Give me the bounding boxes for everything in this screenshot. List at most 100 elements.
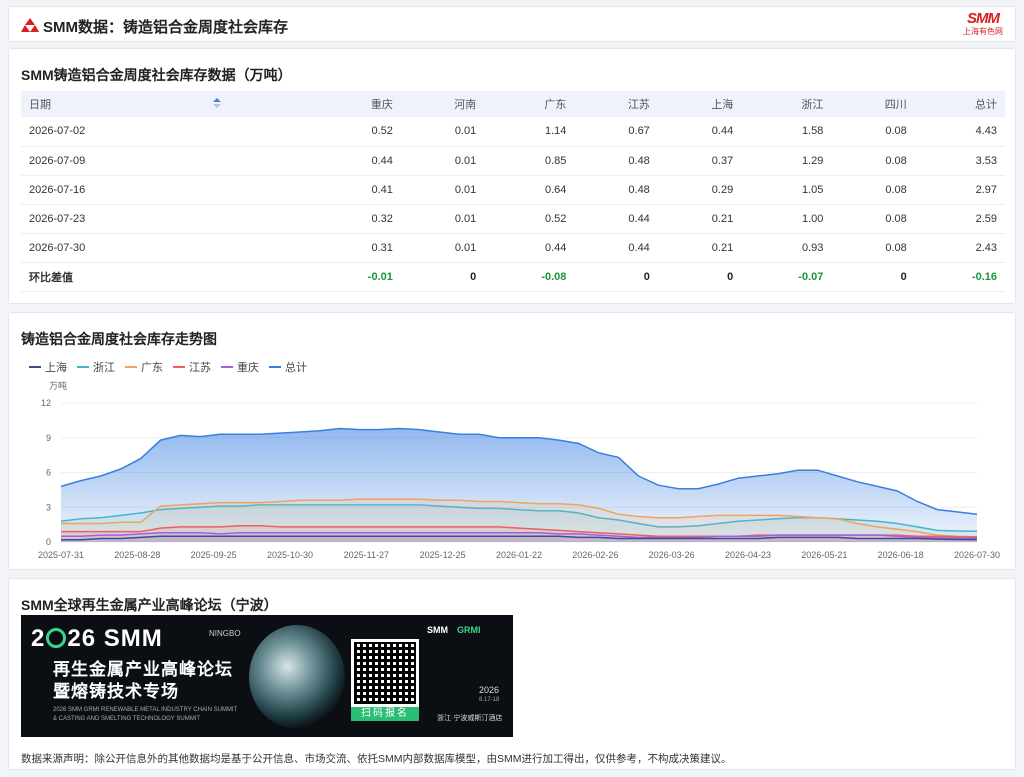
smm-brand-logo[interactable]: SMM 上海有色网 [961, 11, 1005, 41]
value-cell: 0.32 [371, 212, 393, 225]
diff-cell: 0 [900, 270, 907, 283]
value-cell: 0.01 [454, 212, 477, 225]
value-cell: 0.48 [628, 183, 650, 196]
value-cell: 0.44 [628, 212, 650, 225]
diff-cell: -0.07 [798, 270, 824, 283]
banner-subtitle: 暨熔铸技术专场 [53, 682, 179, 701]
banner-grmi-logo: GRMI [457, 625, 481, 635]
legend-swatch [125, 366, 137, 368]
brand-name: SMM [967, 10, 1000, 27]
data-source-disclaimer: 数据来源声明：除公开信息外的其他数据均是基于公开信息、市场交流、依托SMM内部数… [21, 753, 732, 765]
inventory-table-card: SMM铸造铝合金周度社会库存数据（万吨） 日期 重庆 河南 广东 江苏 上海 浙… [8, 48, 1016, 304]
x-tick-label: 2025-11-27 [344, 550, 389, 560]
value-cell: 0.37 [711, 154, 734, 167]
value-cell: 0.52 [545, 212, 567, 225]
column-header-date[interactable]: 日期 [21, 91, 311, 117]
value-cell: 0.64 [545, 183, 567, 196]
value-cell: 1.00 [801, 212, 824, 225]
table-row: 2026-07-23 0.32 0.01 0.52 0.44 0.21 1.00 0.08 2.… [21, 204, 1005, 233]
table-row: 2026-07-02 0.52 0.01 1.14 0.67 0.44 1.58 0.08 4.… [21, 117, 1005, 146]
banner-english-subtitle: & CASTING AND SMELTING TECHNOLOGY SUMMIT [53, 716, 201, 722]
banner-venue: 浙江·宁波威斯汀酒店 [437, 715, 503, 722]
table-row: 2026-07-09 0.44 0.01 0.85 0.48 0.37 1.29 0.08 3.… [21, 146, 1005, 175]
ring-icon [46, 628, 67, 648]
legend-swatch [77, 366, 89, 368]
diff-row: 环比差值 -0.01 0 -0.08 0 0 -0.07 0 -0.16 [21, 262, 1005, 291]
y-axis-unit: 万吨 [49, 380, 67, 391]
diff-label: 环比差值 [29, 271, 73, 284]
value-cell: 0.08 [885, 183, 907, 196]
x-tick-label: 2025-08-28 [114, 550, 160, 560]
y-tick-label: 6 [46, 468, 51, 478]
value-cell: 0.01 [454, 183, 477, 196]
value-cell: 0.85 [545, 154, 567, 167]
value-cell: 2.59 [975, 212, 997, 225]
forum-banner[interactable]: 2 26 SMM NINGBO 再生金属产业高峰论坛 暨熔铸技术专场 2026 S… [21, 615, 513, 737]
brand-subtitle: 上海有色网 [963, 27, 1003, 36]
value-cell: 0.67 [628, 125, 650, 138]
y-tick-label: 12 [41, 398, 51, 408]
legend-swatch [269, 366, 281, 368]
x-tick-label: 2025-07-31 [38, 550, 84, 560]
value-cell: 3.53 [975, 154, 997, 167]
value-cell: 0.31 [371, 241, 393, 254]
column-header: 四川 [884, 99, 907, 111]
value-cell: 0.44 [545, 241, 567, 254]
table-header-row: 日期 重庆 河南 广东 江苏 上海 浙江 四川 总计 [21, 91, 1005, 117]
banner-smm-logo: SMM [427, 625, 448, 635]
diff-cell: -0.01 [367, 270, 393, 283]
x-tick-label: 2026-07-30 [954, 550, 1000, 560]
value-cell: 0.29 [711, 183, 734, 196]
chart-title: 铸造铝合金周度社会库存走势图 [21, 331, 217, 347]
banner-english-title: 2026 SMM GRMI RENEWABLE METAL INDUSTRY C… [53, 707, 238, 713]
metal-wheel-image [249, 625, 345, 729]
column-header: 浙江 [801, 99, 824, 111]
value-cell: 0.08 [885, 125, 907, 138]
value-cell: 2.43 [975, 241, 997, 254]
value-cell: 2.97 [975, 183, 997, 196]
value-cell: 0.08 [885, 212, 907, 225]
banner-year: 2026 [479, 685, 500, 695]
value-cell: 1.05 [801, 183, 824, 196]
x-tick-label: 2025-12-25 [420, 550, 466, 560]
x-tick-label: 2026-03-26 [649, 550, 695, 560]
smm-logo-icon [21, 18, 39, 32]
column-header: 广东 [544, 99, 567, 111]
value-cell: 1.29 [801, 154, 824, 167]
inventory-table: 日期 重庆 河南 广东 江苏 上海 浙江 四川 总计 2026-07-02 0.5… [21, 91, 1005, 292]
y-tick-label: 9 [46, 433, 51, 443]
column-header: 上海 [711, 99, 734, 111]
value-cell: 0.01 [454, 154, 477, 167]
banner-city: NINGBO [209, 629, 241, 638]
date-cell: 2026-07-23 [29, 212, 86, 225]
forum-card: SMM全球再生金属产业高峰论坛（宁波） 2 26 SMM NINGBO 再生金属产… [8, 578, 1016, 770]
table-title: SMM铸造铝合金周度社会库存数据（万吨） [21, 67, 292, 83]
legend-swatch [29, 366, 41, 368]
column-header: 江苏 [627, 99, 650, 111]
y-tick-label: 0 [46, 537, 51, 547]
sort-icon[interactable] [212, 98, 221, 108]
date-cell: 2026-07-16 [29, 183, 86, 196]
date-cell: 2026-07-09 [29, 154, 86, 167]
value-cell: 0.21 [711, 212, 734, 225]
column-header: 重庆 [370, 99, 393, 111]
date-cell: 2026-07-02 [29, 125, 86, 138]
x-tick-label: 2025-09-25 [191, 550, 237, 560]
x-tick-label: 2026-02-26 [572, 550, 618, 560]
diff-cell: 0 [470, 270, 477, 283]
legend-swatch [221, 366, 233, 368]
value-cell: 0.48 [628, 154, 650, 167]
diff-cell: 0 [727, 270, 734, 283]
value-cell: 1.14 [545, 125, 567, 138]
value-cell: 4.43 [975, 125, 997, 138]
banner-headline: 2 26 SMM [31, 625, 163, 652]
forum-title: SMM全球再生金属产业高峰论坛（宁波） [21, 597, 278, 613]
banner-dates: 8.17-18 [479, 697, 500, 703]
trend-chart-card: 铸造铝合金周度社会库存走势图 上海 浙江 广东 江苏 重庆 总计 万吨 0 3 6 9 12 2025… [8, 312, 1016, 570]
page-header: SMM数据：铸造铝合金周度社会库存 SMM 上海有色网 [8, 6, 1016, 42]
value-cell: 0.44 [371, 154, 393, 167]
trend-chart: 万吨 0 3 6 9 12 2025-07-31 2025-08-28 2025-09-25 20… [38, 380, 1000, 560]
value-cell: 0.41 [371, 183, 393, 196]
x-tick-label: 2026-06-18 [878, 550, 924, 560]
value-cell: 1.58 [801, 125, 824, 138]
